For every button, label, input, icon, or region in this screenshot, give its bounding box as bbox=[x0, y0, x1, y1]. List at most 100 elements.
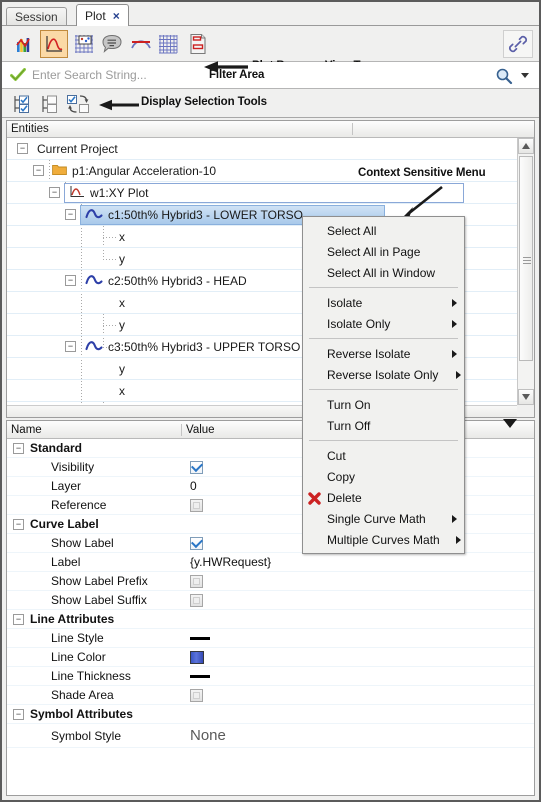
grid-view-icon[interactable] bbox=[154, 30, 182, 58]
visibility-checkbox[interactable] bbox=[190, 460, 203, 474]
layer-value[interactable]: 0 bbox=[190, 479, 197, 493]
line-thickness-swatch[interactable] bbox=[190, 674, 210, 678]
expander-icon[interactable]: − bbox=[65, 209, 76, 220]
property-row-line-thickness[interactable]: Line Thickness bbox=[7, 667, 534, 686]
invert-selection-tool[interactable] bbox=[66, 93, 90, 115]
line-style-swatch[interactable] bbox=[190, 636, 210, 640]
property-name: Line Style bbox=[51, 631, 104, 645]
shade-area-checkbox[interactable] bbox=[190, 688, 203, 702]
tree-vertical-scrollbar[interactable] bbox=[517, 138, 534, 405]
expander-icon[interactable]: − bbox=[13, 613, 24, 625]
property-row-show-label-suffix[interactable]: Show Label Suffix bbox=[7, 591, 534, 610]
property-row-label[interactable]: Label {y.HWRequest} bbox=[7, 553, 534, 572]
tree-row-label: x bbox=[119, 383, 125, 398]
expander-icon[interactable]: − bbox=[17, 143, 28, 154]
scroll-down-icon[interactable] bbox=[518, 389, 534, 405]
menu-item-label: Copy bbox=[327, 469, 356, 484]
page-view-icon[interactable] bbox=[184, 30, 212, 58]
chevron-down-icon[interactable] bbox=[521, 73, 529, 78]
scroll-up-icon[interactable] bbox=[518, 138, 534, 154]
menu-item-reverse-isolate-only[interactable]: Reverse Isolate Only bbox=[303, 364, 464, 385]
link-icon[interactable] bbox=[503, 30, 533, 58]
property-group-line-attributes[interactable]: − Line Attributes bbox=[7, 610, 534, 629]
curve-icon bbox=[85, 273, 103, 288]
view-type-toolbar: Plot Browser View Types bbox=[2, 26, 539, 73]
tree-row-label: c3:50th% Hybrid3 - UPPER TORSO bbox=[108, 339, 301, 354]
bar-chart-view-icon[interactable] bbox=[10, 30, 38, 58]
envelope-view-icon[interactable] bbox=[127, 30, 155, 58]
property-group-symbol-attributes[interactable]: − Symbol Attributes bbox=[7, 705, 534, 724]
menu-item-select-all-in-page[interactable]: Select All in Page bbox=[303, 241, 464, 262]
curve-icon bbox=[85, 207, 103, 222]
menu-item-select-all-in-window[interactable]: Select All in Window bbox=[303, 262, 464, 283]
tree-row-label: x bbox=[119, 295, 125, 310]
property-name: Symbol Style bbox=[51, 728, 122, 743]
menu-item-isolate[interactable]: Isolate bbox=[303, 292, 464, 313]
menu-item-select-all[interactable]: Select All bbox=[303, 220, 464, 241]
menu-item-multiple-curves-math[interactable]: Multiple Curves Math bbox=[303, 529, 464, 550]
datum-view-icon[interactable] bbox=[70, 30, 98, 58]
submenu-arrow-icon bbox=[456, 535, 461, 544]
tree-header: Entities bbox=[7, 121, 534, 138]
property-name: Label bbox=[51, 555, 81, 569]
expander-icon[interactable]: − bbox=[33, 165, 44, 176]
submenu-arrow-icon bbox=[452, 319, 457, 328]
tree-row-label: w1:XY Plot bbox=[90, 185, 149, 200]
close-icon[interactable]: × bbox=[113, 10, 120, 22]
menu-item-label: Turn On bbox=[327, 397, 371, 412]
menu-item-cut[interactable]: Cut bbox=[303, 445, 464, 466]
expander-icon[interactable]: − bbox=[13, 708, 24, 720]
property-row-show-label-prefix[interactable]: Show Label Prefix bbox=[7, 572, 534, 591]
label-value[interactable]: {y.HWRequest} bbox=[190, 555, 271, 569]
curve-plot-view-icon[interactable] bbox=[40, 30, 68, 58]
show-label-suffix-checkbox[interactable] bbox=[190, 593, 203, 607]
context-menu-annotation-label: Context Sensitive Menu bbox=[358, 167, 486, 179]
expander-icon[interactable]: − bbox=[13, 442, 24, 454]
toolbar-annotation-arrow bbox=[204, 61, 248, 73]
property-name: Reference bbox=[51, 498, 107, 512]
scrollbar-thumb[interactable] bbox=[519, 156, 533, 361]
expander-icon[interactable]: − bbox=[65, 341, 76, 352]
property-row-line-style[interactable]: Line Style bbox=[7, 629, 534, 648]
menu-item-turn-off[interactable]: Turn Off bbox=[303, 415, 464, 436]
tab-session[interactable]: Session bbox=[6, 7, 67, 26]
tab-plot-label: Plot bbox=[85, 8, 106, 23]
plot-browser-window: Session Plot × Enter Search String... Fi… bbox=[0, 0, 541, 802]
tree-row-label: y bbox=[119, 317, 125, 332]
expander-icon[interactable]: − bbox=[65, 275, 76, 286]
menu-item-turn-on[interactable]: Turn On bbox=[303, 394, 464, 415]
property-row-symbol-style[interactable]: Symbol Style None bbox=[7, 724, 534, 748]
symbol-style-value[interactable]: None bbox=[190, 727, 226, 744]
properties-header-name[interactable]: Name bbox=[7, 423, 182, 436]
menu-item-copy[interactable]: Copy bbox=[303, 466, 464, 487]
reference-checkbox[interactable] bbox=[190, 498, 203, 512]
search-input[interactable]: Enter Search String... bbox=[32, 68, 147, 82]
line-color-swatch[interactable] bbox=[190, 650, 204, 664]
select-all-tool[interactable] bbox=[10, 93, 34, 115]
property-name: Visibility bbox=[51, 460, 95, 474]
tree-header-entities[interactable]: Entities bbox=[7, 123, 353, 135]
menu-item-single-curve-math[interactable]: Single Curve Math bbox=[303, 508, 464, 529]
expander-icon[interactable]: − bbox=[49, 187, 60, 198]
property-row-line-color[interactable]: Line Color bbox=[7, 648, 534, 667]
filter-bar[interactable]: Enter Search String... Filter Area bbox=[2, 62, 539, 89]
folder-icon bbox=[52, 163, 67, 179]
property-row-shade-area[interactable]: Shade Area bbox=[7, 686, 534, 705]
tree-row-current-project[interactable]: − Current Project bbox=[7, 138, 517, 160]
show-label-prefix-checkbox[interactable] bbox=[190, 574, 203, 588]
expander-icon[interactable]: − bbox=[13, 518, 24, 530]
selection-tools-annotation-arrow bbox=[99, 99, 139, 111]
tab-plot[interactable]: Plot × bbox=[76, 4, 129, 26]
menu-item-delete[interactable]: Delete bbox=[303, 487, 464, 508]
menu-item-label: Cut bbox=[327, 448, 346, 463]
show-label-checkbox[interactable] bbox=[190, 536, 203, 550]
menu-item-reverse-isolate[interactable]: Reverse Isolate bbox=[303, 343, 464, 364]
note-view-icon[interactable] bbox=[98, 30, 126, 58]
menu-item-isolate-only[interactable]: Isolate Only bbox=[303, 313, 464, 334]
deselect-all-tool[interactable] bbox=[38, 93, 62, 115]
menu-separator bbox=[309, 440, 458, 441]
context-menu[interactable]: Select All Select All in Page Select All… bbox=[302, 216, 465, 554]
tree-row-label: y bbox=[119, 251, 125, 266]
magnifier-icon[interactable] bbox=[495, 67, 513, 88]
property-group-label: Standard bbox=[30, 441, 83, 455]
